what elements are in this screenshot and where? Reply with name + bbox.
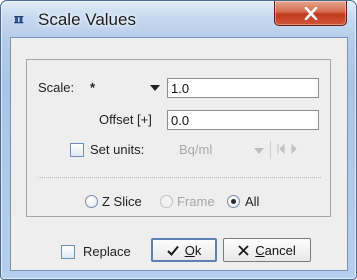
dialog-window: ℼ Scale Values Scale: * Offset [+] Set u… bbox=[0, 0, 357, 280]
radio-frame[interactable] bbox=[160, 195, 173, 208]
radio-frame-label: Frame bbox=[177, 194, 215, 209]
scale-operator-value[interactable]: * bbox=[90, 80, 95, 96]
radio-all-label: All bbox=[245, 194, 260, 209]
cancel-button[interactable]: Cancel bbox=[223, 238, 311, 262]
cancel-x-icon bbox=[238, 244, 249, 256]
cancel-button-label: Cancel bbox=[255, 242, 296, 258]
operator-dropdown-arrow-icon[interactable] bbox=[150, 85, 160, 91]
dialog-body: Scale: * Offset [+] Set units: Bq/ml Z S… bbox=[10, 37, 348, 271]
radio-z-slice-label: Z Slice bbox=[102, 194, 142, 209]
units-value[interactable]: Bq/ml bbox=[179, 142, 212, 158]
radio-all[interactable] bbox=[227, 195, 240, 208]
scale-input[interactable] bbox=[167, 78, 319, 98]
close-icon bbox=[304, 6, 317, 20]
units-dropdown-arrow-icon[interactable] bbox=[254, 148, 264, 154]
section-separator bbox=[38, 177, 321, 178]
radio-all-selected-dot bbox=[231, 199, 236, 204]
set-units-checkbox[interactable] bbox=[70, 143, 84, 157]
offset-input[interactable] bbox=[167, 110, 319, 130]
units-divider bbox=[270, 141, 271, 159]
set-units-label: Set units: bbox=[90, 142, 145, 157]
window-title: Scale Values bbox=[38, 10, 136, 29]
replace-checkbox[interactable] bbox=[61, 245, 75, 259]
scale-label: Scale: bbox=[38, 80, 75, 95]
close-button[interactable] bbox=[274, 1, 347, 26]
pmod-logo-icon: ℼ bbox=[14, 12, 24, 27]
title-bar[interactable]: ℼ Scale Values bbox=[1, 1, 356, 37]
radio-z-slice[interactable] bbox=[85, 195, 98, 208]
next-unit-icon[interactable] bbox=[291, 144, 299, 154]
replace-label: Replace bbox=[83, 244, 131, 259]
ok-button-label: Ok bbox=[184, 242, 202, 258]
offset-label: Offset [+] bbox=[99, 112, 152, 127]
previous-unit-icon[interactable] bbox=[277, 144, 285, 154]
checkmark-icon bbox=[166, 245, 179, 256]
scale-settings-panel: Scale: * Offset [+] Set units: Bq/ml Z S… bbox=[26, 59, 331, 217]
ok-button[interactable]: Ok bbox=[151, 238, 217, 262]
